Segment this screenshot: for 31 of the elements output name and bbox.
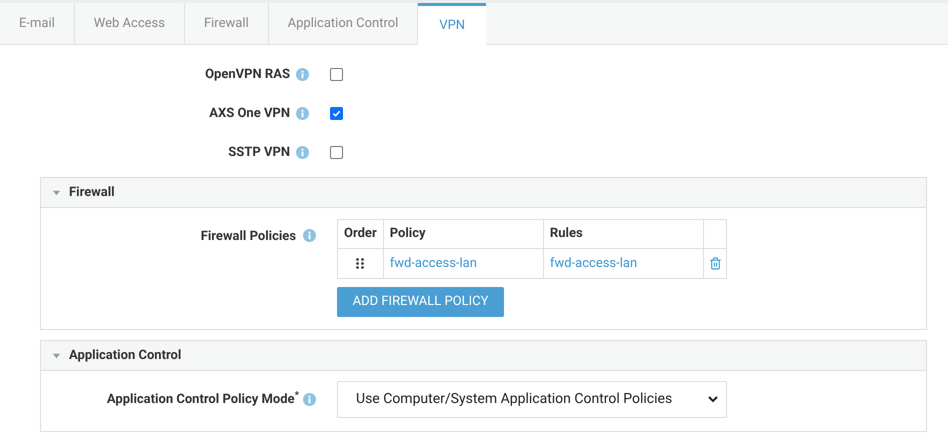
add-firewall-policy-button[interactable]: ADD FIREWALL POLICY [337, 287, 504, 317]
info-icon[interactable] [296, 107, 309, 120]
tab[interactable]: E-mail [0, 3, 75, 45]
option-label: OpenVPN RAS [204, 66, 290, 84]
policy-mode-select[interactable]: Use Computer/System Application Control Policies [337, 381, 727, 418]
info-icon[interactable] [303, 393, 316, 406]
tab[interactable]: Firewall [184, 3, 269, 45]
info-icon[interactable] [296, 146, 309, 159]
section-header[interactable]: Application Control [41, 341, 926, 371]
checkbox[interactable] [330, 107, 343, 120]
caret-icon[interactable] [52, 351, 61, 360]
column-header: Rules [543, 220, 704, 248]
checkbox[interactable] [330, 146, 343, 159]
option-label: AXS One VPN [208, 104, 290, 123]
info-icon[interactable] [303, 229, 316, 242]
chevron-down-icon [708, 396, 718, 403]
section-title: Firewall [69, 184, 115, 202]
column-header: Order [338, 220, 384, 248]
drag-handle-icon[interactable] [356, 258, 364, 269]
checkbox[interactable] [330, 68, 343, 81]
field-label: Firewall Policies [200, 228, 296, 246]
tab[interactable]: Web Access [74, 3, 185, 45]
info-icon[interactable] [296, 68, 309, 81]
caret-icon[interactable] [52, 188, 61, 197]
column-header: Policy [383, 220, 544, 248]
tab[interactable]: VPN [418, 3, 486, 46]
field-label: Application Control Policy Mode$^{*}$ [106, 390, 299, 409]
option-label: SSTP VPN [227, 144, 290, 162]
section-title: Application Control [69, 346, 182, 365]
section-header[interactable]: Firewall [41, 178, 926, 208]
delete-icon[interactable] [708, 256, 722, 270]
